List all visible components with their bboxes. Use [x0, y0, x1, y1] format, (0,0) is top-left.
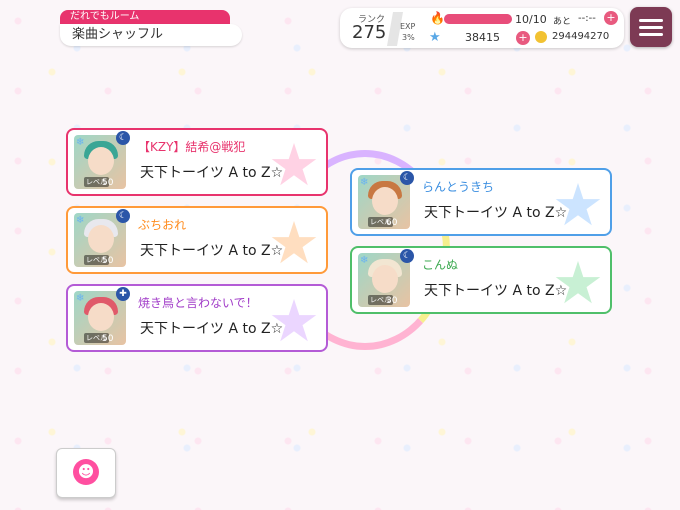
player-card-1[interactable]: ★ ❄ ☾ レベル 50 【KZY】結希@戦犯 天下トーイツ A to Z☆: [66, 128, 328, 196]
player-avatar: ❄ ✚ レベル 50: [74, 287, 130, 345]
attribute-icon: ❄: [360, 255, 369, 266]
stamina-value: 10/10: [515, 13, 547, 26]
star-gem-icon: ★: [429, 30, 441, 45]
level-value: 60: [386, 218, 398, 228]
player-card-2[interactable]: ★ ❄ ☾ レベル 50 ぶちおれ 天下トーイツ A to Z☆: [66, 206, 328, 274]
avatar-face: [372, 187, 398, 215]
player-song: 天下トーイツ A to Z☆: [140, 165, 284, 181]
room-name: 楽曲シャッフル: [60, 24, 242, 46]
stamina-flame-icon: 🔥: [430, 11, 445, 25]
player-card-3[interactable]: ★ ❄ ✚ レベル 50 焼き鳥と言わないで！ 天下トーイツ A to Z☆: [66, 284, 328, 352]
add-stamina-button[interactable]: +: [604, 11, 618, 25]
player-avatar: ❄ ☾ レベル 60: [358, 171, 414, 229]
emote-stamp-button[interactable]: ☻: [56, 448, 116, 498]
player-name: らんとうきち: [422, 180, 495, 194]
player-name: ぶちおれ: [138, 218, 187, 232]
attribute-icon: ❄: [360, 177, 369, 188]
player-name: こんぬ: [422, 258, 459, 272]
coin-icon: [535, 31, 547, 43]
band-moon-icon: ☾: [400, 171, 414, 185]
player-song: 天下トーイツ A to Z☆: [140, 243, 284, 259]
add-stars-button[interactable]: +: [516, 31, 530, 45]
stamina-timer: --:--: [578, 13, 596, 24]
coins-value: 294494270: [552, 31, 610, 42]
player-card-5[interactable]: ★ ❄ ☾ レベル 30 こんぬ 天下トーイツ A to Z☆: [350, 246, 612, 314]
avatar-face: [372, 265, 398, 293]
player-song: 天下トーイツ A to Z☆: [140, 321, 284, 337]
attribute-icon: ❄: [76, 293, 85, 304]
band-plus-icon: ✚: [116, 287, 130, 301]
stars-value: 38415: [465, 31, 500, 44]
attribute-icon: ❄: [76, 215, 85, 226]
player-avatar: ❄ ☾ レベル 50: [74, 209, 130, 267]
room-type-label: だれでもルーム: [60, 10, 230, 24]
smiley-icon: ☻: [73, 459, 99, 485]
band-moon-icon: ☾: [400, 249, 414, 263]
exp-label: EXP: [400, 22, 416, 31]
player-song: 天下トーイツ A to Z☆: [424, 283, 568, 299]
player-song: 天下トーイツ A to Z☆: [424, 205, 568, 221]
stamina-next-label: あと: [553, 17, 572, 27]
player-card-4[interactable]: ★ ❄ ☾ レベル 60 らんとうきち 天下トーイツ A to Z☆: [350, 168, 612, 236]
avatar-face: [88, 303, 114, 331]
level-value: 30: [386, 296, 398, 306]
level-value: 50: [102, 178, 114, 188]
player-avatar: ❄ ☾ レベル 50: [74, 131, 130, 189]
exp-percent: 3%: [402, 33, 415, 42]
player-avatar: ❄ ☾ レベル 30: [358, 249, 414, 307]
avatar-face: [88, 147, 114, 175]
avatar-face: [88, 225, 114, 253]
rank-value: 275: [352, 22, 387, 43]
band-moon-icon: ☾: [116, 131, 130, 145]
band-moon-icon: ☾: [116, 209, 130, 223]
player-name: 【KZY】結希@戦犯: [138, 140, 246, 154]
player-name: 焼き鳥と言わないで！: [138, 296, 258, 310]
stamina-bar-fill: [444, 14, 512, 24]
level-value: 50: [102, 256, 114, 266]
attribute-icon: ❄: [76, 137, 85, 148]
level-value: 50: [102, 334, 114, 344]
menu-button[interactable]: [630, 7, 672, 47]
